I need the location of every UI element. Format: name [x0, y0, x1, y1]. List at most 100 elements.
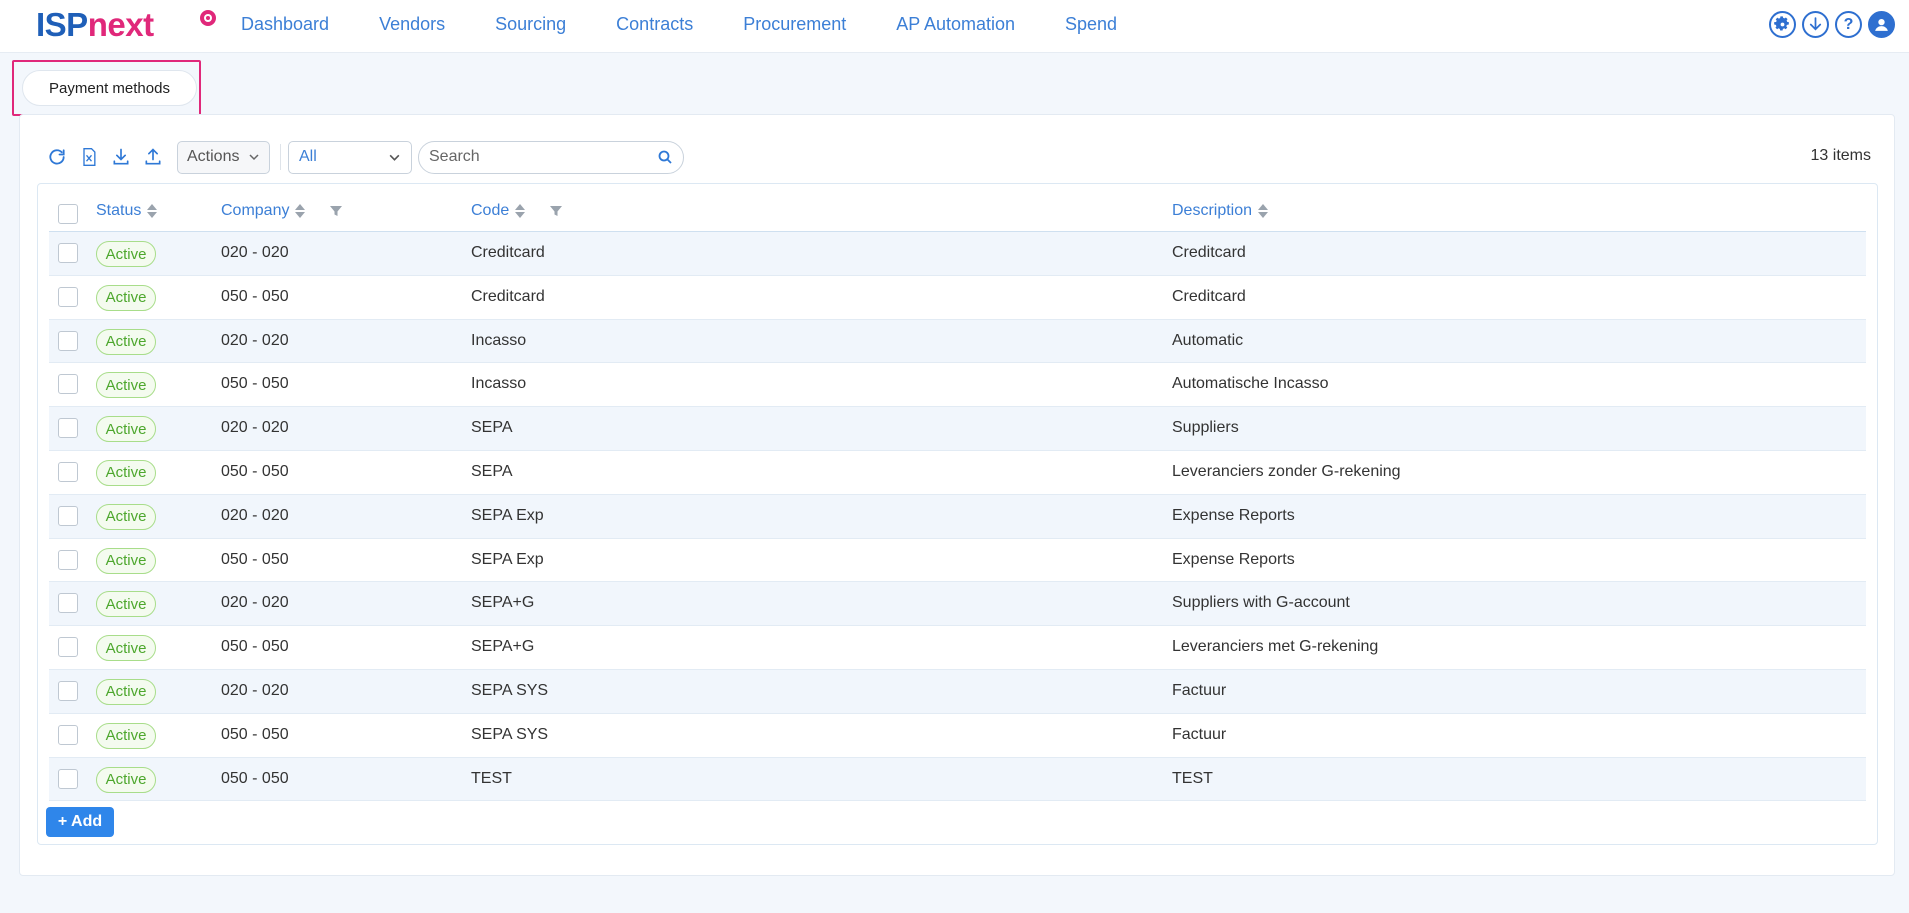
logo-isp-text: ISP [36, 6, 88, 43]
row-checkbox[interactable] [58, 461, 78, 482]
nav-dashboard[interactable]: Dashboard [241, 14, 329, 35]
code-cell: SEPA+G [471, 594, 535, 612]
row-checkbox[interactable] [58, 637, 78, 658]
code-cell: SEPA [471, 419, 513, 437]
logo-badge-icon [200, 10, 216, 26]
company-cell: 020 - 020 [221, 244, 289, 261]
status-badge: Active [96, 678, 156, 705]
description-cell: Leveranciers met G-rekening [1172, 638, 1379, 656]
row-checkbox[interactable] [58, 286, 78, 307]
filter-icon[interactable] [329, 204, 343, 218]
actions-label: Actions [187, 148, 240, 165]
table-row[interactable]: Active 050 - 050 SEPA Exp Expense Reports [49, 539, 1866, 583]
company-cell: 020 - 020 [221, 594, 289, 612]
table-row[interactable]: Active 050 - 050 Incasso Automatische Incas… [49, 363, 1866, 408]
table-row[interactable]: Active 050 - 050 Creditcard Creditcard [49, 276, 1866, 320]
sort-icon[interactable] [147, 204, 158, 218]
company-cell: 020 - 020 [221, 419, 289, 437]
nav-contracts[interactable]: Contracts [616, 14, 693, 35]
row-checkbox[interactable] [58, 505, 78, 526]
table-row[interactable]: Active 050 - 050 SEPA+G Leveranciers met G-… [49, 626, 1866, 670]
status-badge: Active [96, 459, 156, 486]
filter-select[interactable]: All [288, 140, 412, 174]
status-badge: Active [96, 547, 156, 574]
code-cell: SEPA SYS [471, 725, 549, 743]
row-checkbox[interactable] [58, 593, 78, 614]
code-cell: SEPA Exp [471, 550, 544, 568]
table-row[interactable]: Active 020 - 020 Incasso Automatic [49, 319, 1866, 364]
sort-icon[interactable] [1258, 204, 1269, 218]
row-checkbox[interactable] [58, 418, 78, 439]
row-checkbox[interactable] [58, 768, 78, 789]
excel-export-icon[interactable] [77, 145, 101, 169]
tab-payment-methods[interactable]: Payment methods [22, 70, 197, 106]
nav-ap-automation[interactable]: AP Automation [896, 14, 1015, 35]
table-row[interactable]: Active 050 - 050 SEPA SYS Factuur [49, 714, 1866, 758]
nav-spend[interactable]: Spend [1065, 14, 1117, 35]
status-badge: Active [96, 328, 156, 355]
column-header-company[interactable]: Company [221, 202, 306, 220]
logo-next-text: next [87, 6, 154, 43]
search-input[interactable] [429, 148, 657, 166]
grid-header: Status Company Code Description [49, 196, 1866, 232]
row-checkbox[interactable] [58, 549, 78, 570]
description-cell: Automatische Incasso [1172, 375, 1329, 393]
table-row[interactable]: Active 050 - 050 TEST TEST [49, 757, 1866, 802]
row-checkbox[interactable] [58, 724, 78, 745]
filter-select-value: All [299, 148, 317, 165]
sort-icon[interactable] [515, 204, 526, 218]
actions-dropdown[interactable]: Actions [177, 140, 270, 174]
description-cell: Factuur [1172, 681, 1227, 699]
table-row[interactable]: Active 020 - 020 SEPA+G Suppliers with G-ac… [49, 582, 1866, 627]
code-cell: SEPA Exp [471, 506, 544, 524]
status-badge: Active [96, 766, 156, 793]
add-button[interactable]: + Add [46, 807, 114, 837]
row-checkbox[interactable] [58, 330, 78, 351]
user-icon[interactable] [1868, 11, 1895, 38]
chevron-down-icon [249, 154, 259, 161]
column-label-code: Code [471, 202, 510, 219]
download-icon[interactable] [1802, 11, 1829, 38]
filter-icon[interactable] [549, 204, 563, 218]
search-icon[interactable] [657, 149, 673, 165]
sort-icon[interactable] [295, 204, 306, 218]
code-cell: SEPA [471, 462, 513, 480]
row-checkbox[interactable] [58, 243, 78, 263]
upload-tray-icon[interactable] [141, 145, 165, 169]
download-tray-icon[interactable] [109, 145, 133, 169]
status-badge: Active [96, 372, 156, 399]
table-row[interactable]: Active 020 - 020 SEPA Exp Expense Reports [49, 494, 1866, 539]
table-row[interactable]: Active 020 - 020 Creditcard Creditcard [49, 232, 1866, 276]
company-cell: 050 - 050 [221, 638, 289, 656]
row-checkbox[interactable] [58, 374, 78, 395]
status-badge: Active [96, 416, 156, 443]
row-checkbox[interactable] [58, 680, 78, 701]
code-cell: TEST [471, 769, 512, 787]
column-header-status[interactable]: Status [96, 202, 158, 220]
nav-procurement[interactable]: Procurement [743, 14, 846, 35]
select-all-checkbox[interactable] [58, 204, 78, 224]
column-header-code[interactable]: Code [471, 202, 526, 220]
status-badge: Active [96, 722, 156, 749]
column-label-description: Description [1172, 202, 1253, 219]
status-badge: Active [96, 284, 156, 311]
company-cell: 050 - 050 [221, 287, 289, 305]
description-cell: Expense Reports [1172, 506, 1295, 524]
items-count: 13 items [1810, 147, 1871, 164]
nav-vendors[interactable]: Vendors [379, 14, 445, 35]
nav-sourcing[interactable]: Sourcing [495, 14, 566, 35]
description-cell: TEST [1172, 769, 1213, 787]
table-row[interactable]: Active 020 - 020 SEPA Suppliers [49, 407, 1866, 451]
top-navigation-bar: ISP next Dashboard Vendors Sourcing Contr… [0, 0, 1909, 53]
chevron-down-icon [389, 154, 400, 161]
company-cell: 020 - 020 [221, 506, 289, 524]
main-nav: Dashboard Vendors Sourcing Contracts Pro… [241, 14, 1167, 35]
help-icon[interactable]: ? [1835, 11, 1862, 38]
gear-icon[interactable] [1769, 11, 1796, 38]
column-header-description[interactable]: Description [1172, 202, 1269, 220]
ispnext-logo[interactable]: ISP next [36, 6, 216, 46]
table-row[interactable]: Active 020 - 020 SEPA SYS Factuur [49, 669, 1866, 714]
table-row[interactable]: Active 050 - 050 SEPA Leveranciers zonder G… [49, 451, 1866, 495]
refresh-icon[interactable] [45, 145, 69, 169]
company-cell: 050 - 050 [221, 375, 289, 393]
